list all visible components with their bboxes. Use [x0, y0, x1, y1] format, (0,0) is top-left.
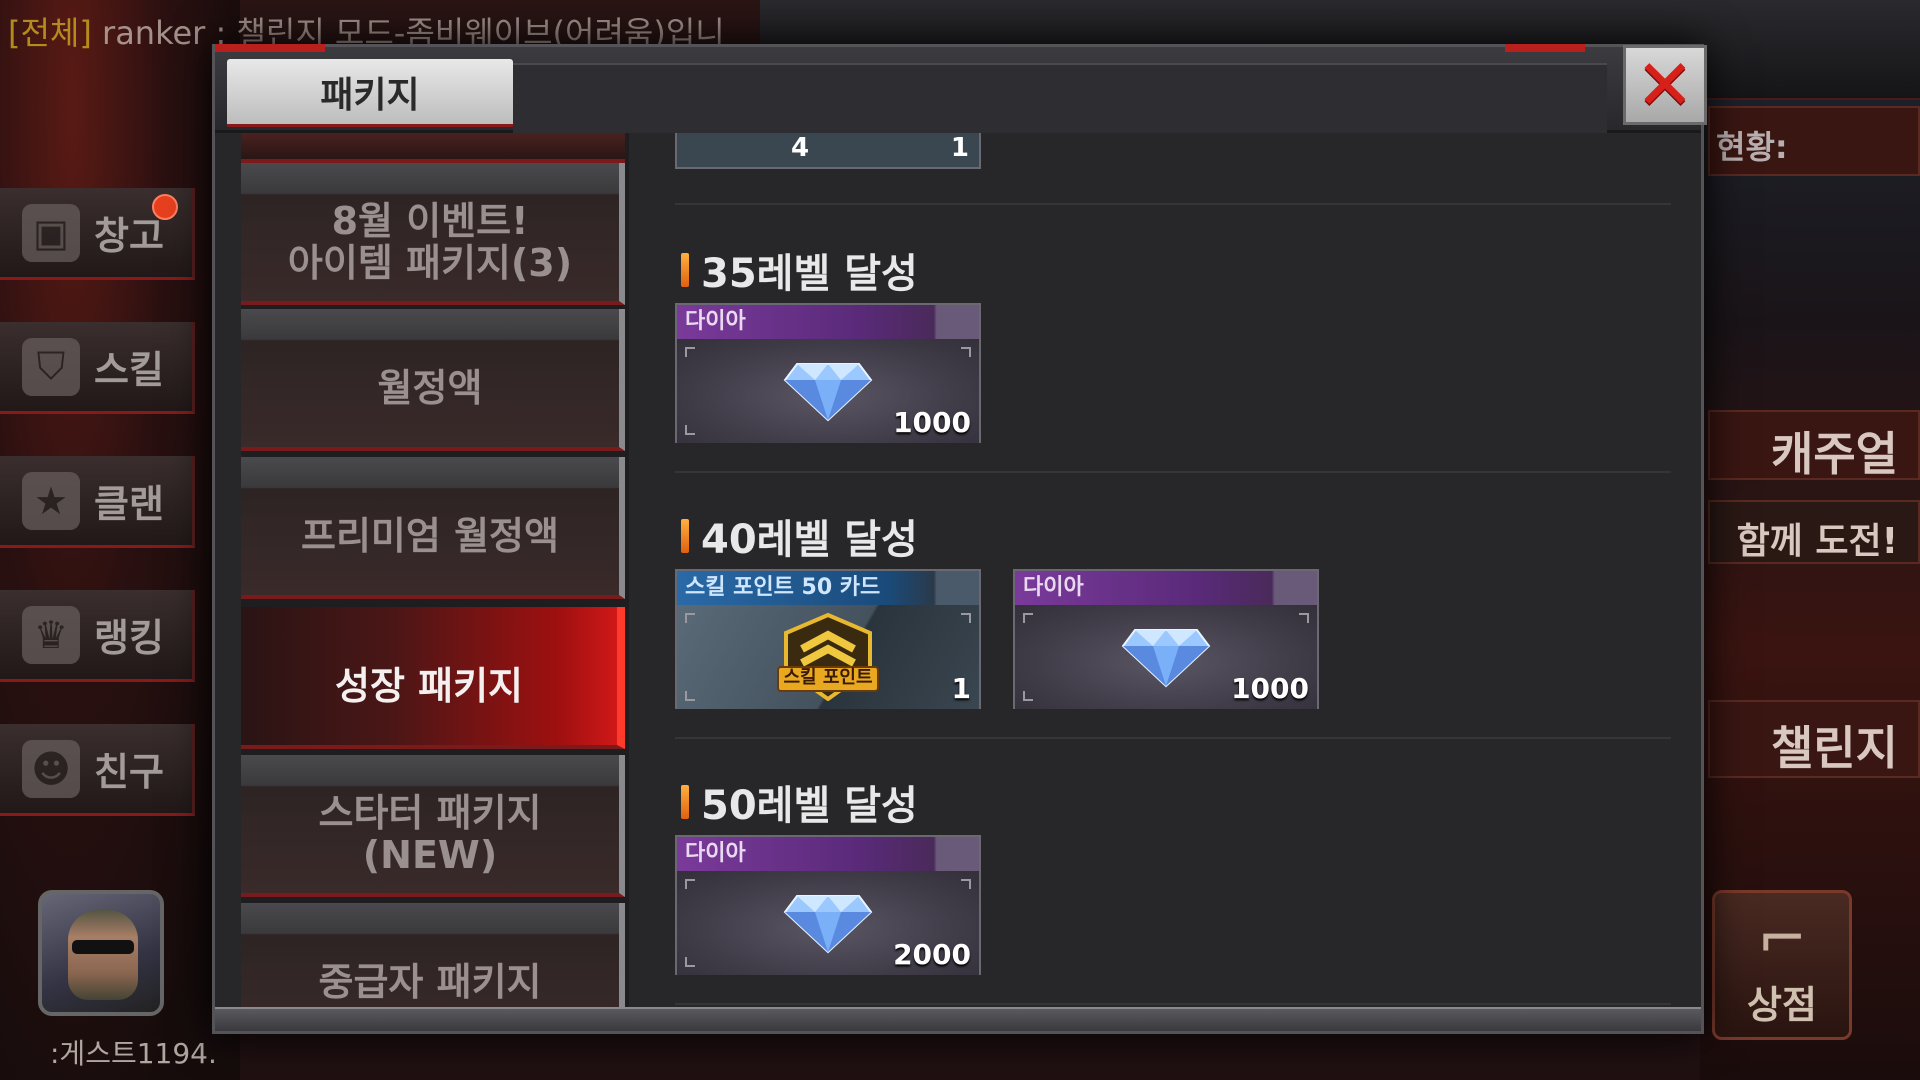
category-growth-package[interactable]: 성장 패키지	[241, 607, 625, 749]
reward-row-title: 35레벨 달성	[681, 241, 918, 299]
box-icon: ▣	[22, 203, 80, 262]
modal-header: 패키지	[215, 44, 1701, 133]
title-accent-bar	[681, 253, 689, 287]
star-badge-icon: ★	[22, 471, 80, 530]
category-monthly[interactable]: 월정액	[241, 309, 625, 451]
row-separator	[675, 203, 1671, 205]
category-label: 스타터 패키지 (NEW)	[318, 791, 542, 877]
reward-list[interactable]: 4 1 35레벨 달성 다이아 1000 40레벨 달성 스킬 포인트 50 카…	[645, 133, 1681, 1013]
reward-card-diamond: 다이아 2000	[675, 835, 981, 975]
reward-qty: 1	[950, 133, 969, 163]
side-menu-friends[interactable]: ☻ 친구	[0, 724, 195, 816]
title-accent-bar	[681, 785, 689, 819]
reward-card-diamond: 다이아 1000	[675, 303, 981, 443]
chat-channel-tag: [전체]	[8, 14, 92, 52]
list-top-cap	[241, 133, 625, 163]
avatar-glasses	[72, 940, 134, 954]
category-label: 성장 패키지	[334, 664, 524, 708]
card-header: 다이아	[677, 837, 979, 871]
side-menu-ranking[interactable]: ♛ 랭킹	[0, 590, 195, 682]
friend-icon: ☻	[22, 739, 80, 798]
right-status-panel: 현황:	[1708, 106, 1920, 176]
category-label: 8월 이벤트! 아이템 패키지(3)	[287, 199, 573, 285]
side-menu-clan[interactable]: ★ 클랜	[0, 456, 195, 548]
reward-card-partial: 4 1	[675, 133, 981, 169]
category-intermediate-package[interactable]: 중급자 패키지	[241, 903, 625, 1013]
mode-card-together[interactable]: 함께 도전!	[1708, 500, 1920, 564]
mode-label: 함께 도전!	[1736, 521, 1898, 562]
modal-title-tab[interactable]: 패키지	[227, 59, 513, 127]
reward-card-skill-point: 스킬 포인트 50 카드 스킬 포인트 1	[675, 569, 981, 709]
card-header: 다이아	[1015, 571, 1317, 605]
trophy-icon: ♛	[22, 605, 80, 664]
reward-row-label: 35레벨 달성	[701, 251, 918, 297]
skill-point-badge-label: 스킬 포인트	[783, 667, 873, 688]
category-august-event[interactable]: 8월 이벤트! 아이템 패키지(3)	[241, 163, 625, 305]
modal-body: 8월 이벤트! 아이템 패키지(3) 월정액 프리미엄 월정액 성장 패키지 스…	[215, 133, 1701, 1013]
card-body: 1000	[1015, 605, 1317, 709]
header-accent	[1505, 44, 1585, 52]
side-menu-skill[interactable]: ⛉ 스킬	[0, 322, 195, 414]
side-menu-label: 랭킹	[94, 616, 164, 660]
rifle-icon: ⌐	[1756, 904, 1808, 974]
category-label: 프리미엄 월정액	[301, 514, 559, 558]
skill-shield-icon: ⛉	[22, 337, 80, 396]
avatar[interactable]	[38, 890, 164, 1016]
side-menu-label: 스킬	[94, 348, 164, 392]
row-separator	[675, 471, 1671, 473]
reward-card-diamond: 다이아 1000	[1013, 569, 1319, 709]
card-body: 2000	[677, 871, 979, 975]
category-starter-package[interactable]: 스타터 패키지 (NEW)	[241, 755, 625, 897]
reward-row-label: 50레벨 달성	[701, 783, 918, 829]
title-strip	[513, 63, 1607, 133]
side-menu-label: 클랜	[94, 482, 164, 526]
row-separator	[675, 737, 1671, 739]
category-label: 월정액	[377, 366, 483, 410]
modal-title: 패키지	[320, 74, 420, 116]
mode-label: 캐주얼	[1771, 427, 1898, 481]
diamond-icon	[783, 363, 873, 422]
package-modal: 패키지 ✕ 8월 이벤트! 아이템 패키지(3) 월정액 프리미엄 월정액 성장…	[212, 44, 1707, 1034]
category-label: 중급자 패키지	[318, 960, 542, 1004]
title-accent-bar	[681, 519, 689, 553]
shop-label: 상점	[1747, 983, 1817, 1027]
reward-qty: 2000	[893, 938, 971, 971]
mode-card-challenge[interactable]: 챌린지	[1708, 700, 1920, 778]
mode-label: 챌린지	[1771, 721, 1898, 775]
close-button[interactable]: ✕	[1623, 44, 1707, 126]
reward-qty: 1000	[893, 406, 971, 439]
avatar-face	[68, 910, 138, 1000]
header-accent	[215, 44, 325, 52]
row-separator	[675, 1003, 1671, 1005]
diamond-icon	[783, 895, 873, 954]
reward-qty: 1000	[1231, 672, 1309, 705]
close-icon: ✕	[1635, 44, 1695, 126]
card-body: 스킬 포인트 1	[677, 605, 979, 709]
reward-row-label: 40레벨 달성	[701, 517, 918, 563]
category-list[interactable]: 8월 이벤트! 아이템 패키지(3) 월정액 프리미엄 월정액 성장 패키지 스…	[241, 133, 629, 1013]
alert-dot-icon	[152, 194, 178, 220]
side-menu-label: 친구	[94, 750, 164, 794]
reward-row-title: 50레벨 달성	[681, 773, 918, 831]
card-header: 스킬 포인트 50 카드	[677, 571, 979, 605]
status-label: 현황:	[1716, 128, 1788, 166]
reward-qty: 4	[791, 133, 810, 163]
card-body: 1000	[677, 339, 979, 443]
mode-card-casual[interactable]: 캐주얼	[1708, 410, 1920, 481]
side-menu-storage[interactable]: ▣ 창고	[0, 188, 195, 280]
shop-button[interactable]: ⌐ 상점	[1712, 890, 1852, 1040]
reward-qty: 1	[951, 672, 971, 705]
modal-bottom-frame	[215, 1007, 1701, 1031]
card-header: 다이아	[677, 305, 979, 339]
diamond-icon	[1121, 629, 1211, 688]
category-premium-monthly[interactable]: 프리미엄 월정액	[241, 457, 625, 599]
player-name: :게스트1194.	[50, 1037, 217, 1070]
reward-row-title: 40레벨 달성	[681, 507, 918, 565]
